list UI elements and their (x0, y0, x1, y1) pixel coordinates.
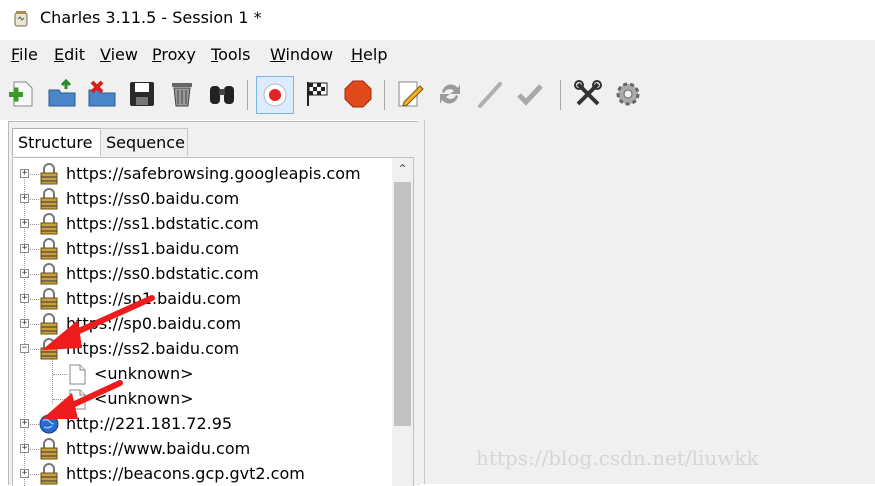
menu-view[interactable]: View (100, 45, 138, 64)
lock-icon (38, 438, 60, 460)
menu-window[interactable]: Window (270, 45, 333, 64)
toolbar-separator (247, 80, 248, 110)
charles-jar-icon (12, 10, 30, 28)
tree-row[interactable]: + https://ss1.bdstatic.com (13, 212, 393, 236)
vertical-scrollbar[interactable]: ⌃ (392, 158, 413, 486)
repeat-icon[interactable] (434, 78, 466, 110)
record-icon[interactable] (256, 76, 294, 114)
tree-label: https://ss1.baidu.com (66, 239, 240, 258)
tree-label: https://www.baidu.com (66, 439, 251, 458)
tab-structure[interactable]: Structure (12, 128, 101, 156)
toolbar-separator (560, 80, 561, 110)
tree-row[interactable]: + https://safebrowsing.googleapis.com (13, 162, 393, 186)
lock-icon (38, 463, 60, 485)
expand-toggle[interactable]: + (20, 269, 29, 278)
tree-label: https://ss1.bdstatic.com (66, 214, 259, 233)
close-session-icon[interactable] (86, 78, 118, 110)
expand-toggle[interactable]: + (20, 194, 29, 203)
expand-toggle[interactable]: + (20, 219, 29, 228)
find-binoculars-icon[interactable] (206, 78, 238, 110)
detail-panel (424, 120, 875, 484)
tree-label: https://ss0.baidu.com (66, 189, 240, 208)
save-icon[interactable] (126, 78, 158, 110)
tree-row[interactable]: + https://www.baidu.com (13, 437, 393, 461)
tab-sequence[interactable]: Sequence (100, 128, 188, 156)
title-bar: Charles 3.11.5 - Session 1 * (0, 0, 875, 38)
expand-toggle[interactable]: + (20, 444, 29, 453)
lock-icon (38, 238, 60, 260)
lock-icon (38, 188, 60, 210)
lock-icon (38, 163, 60, 185)
menu-bar: File Edit View Proxy Tools Window Help (0, 40, 875, 68)
breakpoints-stop-icon[interactable] (342, 78, 374, 110)
validate-check-icon[interactable] (514, 78, 546, 110)
watermark-text: https://blog.csdn.net/liuwkk (476, 446, 759, 470)
menu-help[interactable]: Help (351, 45, 387, 64)
tree-row[interactable]: + https://ss0.baidu.com (13, 187, 393, 211)
tools-icon[interactable] (572, 78, 604, 110)
expand-toggle[interactable]: + (20, 419, 29, 428)
lock-icon (38, 263, 60, 285)
edit-pen-icon[interactable] (474, 78, 506, 110)
tree-label: https://safebrowsing.googleapis.com (66, 164, 361, 183)
expand-toggle[interactable]: + (20, 294, 29, 303)
menu-edit[interactable]: Edit (54, 45, 85, 64)
throttle-flag-icon[interactable] (302, 78, 334, 110)
lock-icon (38, 213, 60, 235)
open-session-icon[interactable] (46, 78, 78, 110)
expand-toggle[interactable]: + (20, 169, 29, 178)
annotation-arrow-icon (42, 380, 123, 419)
toolbar-separator (384, 80, 385, 110)
scrollbar-thumb[interactable] (394, 182, 411, 426)
tree-label: https://beacons.gcp.gvt2.com (66, 464, 305, 483)
expand-toggle[interactable]: + (20, 244, 29, 253)
tree-label: https://ss0.bdstatic.com (66, 264, 259, 283)
expand-toggle[interactable]: + (20, 319, 29, 328)
tree-row[interactable]: + https://ss1.baidu.com (13, 237, 393, 261)
menu-tools[interactable]: Tools (211, 45, 250, 64)
menu-proxy[interactable]: Proxy (152, 45, 196, 64)
menu-file[interactable]: File (11, 45, 38, 64)
tree-row[interactable]: + https://beacons.gcp.gvt2.com (13, 462, 393, 486)
toolbar (0, 68, 875, 120)
window-title: Charles 3.11.5 - Session 1 * (40, 8, 262, 27)
tree-row[interactable]: + https://ss0.bdstatic.com (13, 262, 393, 286)
settings-gear-icon[interactable] (612, 78, 644, 110)
collapse-toggle[interactable]: − (20, 344, 29, 353)
clear-trash-icon[interactable] (166, 78, 198, 110)
compose-pencil-icon[interactable] (394, 78, 426, 110)
expand-toggle[interactable]: + (20, 469, 29, 478)
scroll-up-arrow-icon[interactable]: ⌃ (392, 158, 413, 180)
annotation-arrow-icon (42, 295, 155, 350)
new-session-icon[interactable] (6, 78, 38, 110)
